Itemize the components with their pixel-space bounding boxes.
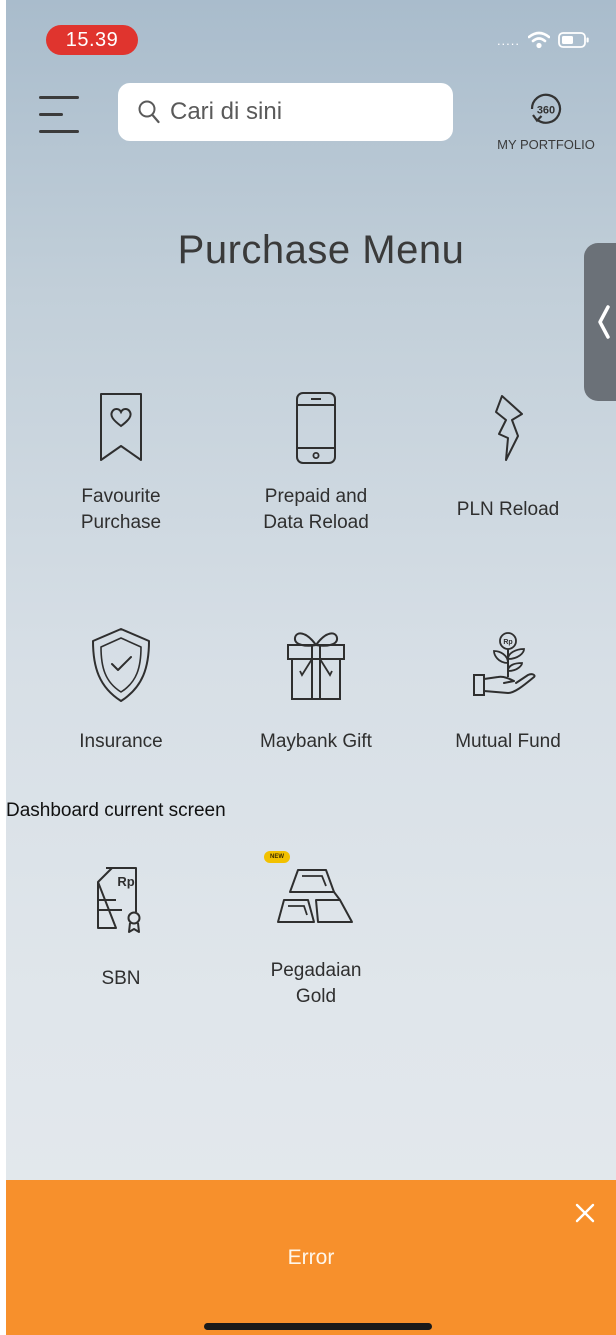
- menu-item-label: Favourite Purchase: [80, 486, 162, 533]
- menu-item-favourite-purchase[interactable]: Favourite Purchase: [31, 390, 211, 536]
- cellular-signal-icon: .....: [496, 32, 520, 48]
- menu-item-label: Maybank Gift: [260, 731, 372, 752]
- svg-text:Rp: Rp: [117, 874, 134, 889]
- battery-icon: [558, 32, 589, 48]
- home-indicator[interactable]: [204, 1323, 432, 1330]
- lightning-icon: [495, 395, 523, 461]
- bookmark-heart-icon: [100, 393, 142, 461]
- hamburger-menu-icon[interactable]: [39, 96, 83, 138]
- overlay-caption: Dashboard current screen: [6, 800, 226, 821]
- my-portfolio-label: MY PORTFOLIO: [497, 137, 595, 152]
- menu-item-label: Prepaid and Data Reload: [263, 486, 369, 533]
- status-time: 15.39: [46, 25, 138, 55]
- menu-item-label: Pegadaian Gold: [270, 960, 362, 1007]
- menu-item-mutual-fund[interactable]: Rp Mutual Fund: [418, 625, 598, 755]
- page-title: Purchase Menu: [177, 228, 465, 272]
- menu-item-pegadaian-gold[interactable]: Pegadaian Gold: [226, 860, 406, 1010]
- search-placeholder: Cari di sini: [170, 98, 283, 125]
- menu-item-pln-reload[interactable]: PLN Reload: [418, 390, 598, 523]
- hand-plant-icon: Rp: [473, 632, 536, 696]
- gold-bars-icon: [277, 869, 353, 923]
- app-screen: 15.39 ..... Cari di sini 360 MY PORTFOLI…: [6, 0, 616, 1335]
- gift-icon: [287, 632, 345, 700]
- menu-item-prepaid-data-reload[interactable]: Prepaid and Data Reload: [226, 390, 406, 536]
- side-drawer-tab[interactable]: [584, 243, 616, 401]
- error-toast: Error: [6, 1180, 616, 1335]
- close-icon[interactable]: [572, 1200, 598, 1226]
- certificate-icon: Rp: [97, 867, 141, 933]
- menu-item-label: PLN Reload: [456, 499, 560, 520]
- menu-item-sbn[interactable]: Rp SBN: [31, 860, 211, 992]
- menu-item-label: Mutual Fund: [455, 731, 561, 752]
- error-message: Error: [287, 1246, 335, 1269]
- portfolio-360-icon: 360: [530, 93, 562, 124]
- chevron-left-icon: [598, 305, 610, 339]
- status-icons: .....: [497, 28, 590, 52]
- my-portfolio-button[interactable]: 360 MY PORTFOLIO: [486, 90, 606, 152]
- wifi-icon: [528, 31, 550, 49]
- svg-text:Rp: Rp: [503, 639, 512, 646]
- menu-item-label: SBN: [101, 968, 141, 989]
- search-input[interactable]: Cari di sini: [118, 83, 453, 141]
- svg-text:360: 360: [537, 105, 555, 117]
- menu-item-insurance[interactable]: Insurance: [31, 625, 211, 755]
- search-icon: [138, 100, 160, 124]
- menu-item-label: Insurance: [79, 731, 163, 752]
- phone-icon: [296, 392, 336, 464]
- shield-check-icon: [92, 628, 150, 702]
- menu-item-maybank-gift[interactable]: Maybank Gift: [226, 625, 406, 755]
